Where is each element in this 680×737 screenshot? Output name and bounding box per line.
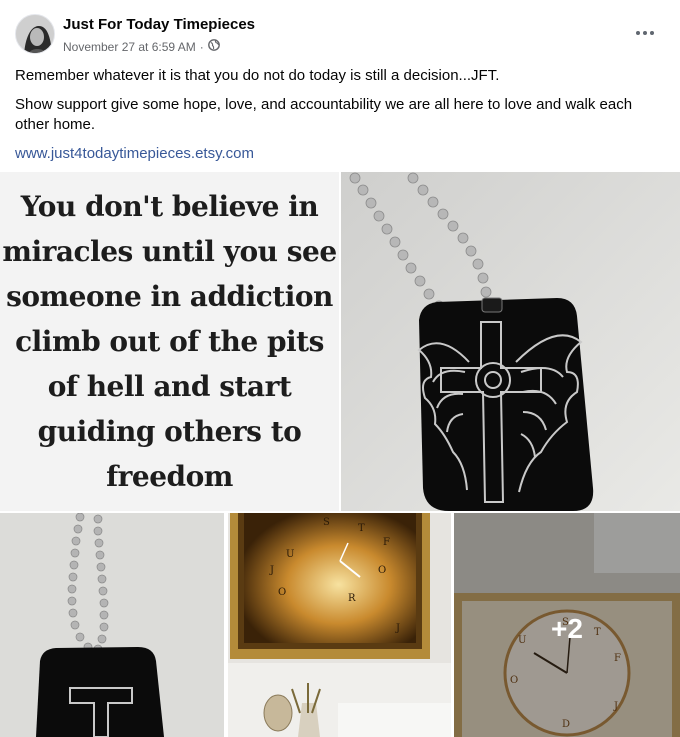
page-avatar[interactable]: [15, 14, 55, 54]
photo-angel-cross-tag[interactable]: [341, 172, 680, 511]
svg-text:U: U: [286, 549, 294, 560]
svg-text:J: J: [395, 623, 400, 634]
svg-text:R: R: [348, 593, 356, 604]
svg-text:O: O: [278, 587, 286, 598]
quote-image-text: You don't believe in miracles until you …: [2, 190, 337, 493]
framed-clock-image: STF UJ O OJR: [228, 513, 451, 737]
svg-text:O: O: [378, 565, 386, 576]
svg-text:J: J: [269, 565, 274, 576]
photo-letter-tag[interactable]: [0, 513, 224, 737]
author-name[interactable]: Just For Today Timepieces: [63, 16, 255, 33]
photo-quote[interactable]: You don't believe in miracles until you …: [0, 172, 339, 511]
post-meta: November 27 at 6:59 AM ·: [63, 39, 220, 54]
meta-separator: ·: [199, 39, 204, 54]
post-text: Remember whatever it is that you do not …: [15, 66, 665, 173]
more-options-icon[interactable]: [628, 20, 662, 46]
post-timestamp[interactable]: November 27 at 6:59 AM: [63, 40, 196, 54]
svg-text:F: F: [383, 537, 390, 548]
post-line-1: Remember whatever it is that you do not …: [15, 67, 500, 84]
etsy-link[interactable]: www.just4todaytimepieces.etsy.com: [15, 145, 254, 162]
svg-text:T: T: [358, 523, 365, 534]
letter-tag-image: [0, 513, 224, 737]
photo-wooden-clock-more[interactable]: STU FOJ D +2: [454, 513, 680, 737]
angel-cross-tag-image: [341, 172, 680, 511]
globe-icon[interactable]: [207, 39, 220, 54]
svg-text:S: S: [323, 517, 330, 528]
post-header: Just For Today Timepieces November 27 at…: [0, 0, 680, 62]
facebook-post: Just For Today Timepieces November 27 at…: [0, 0, 680, 737]
more-photos-count: +2: [551, 613, 583, 644]
avatar-portrait-image: [16, 15, 54, 53]
photo-framed-clock[interactable]: STF UJO OJR: [228, 513, 451, 737]
post-line-2: Show support give some hope, love, and a…: [15, 96, 633, 133]
